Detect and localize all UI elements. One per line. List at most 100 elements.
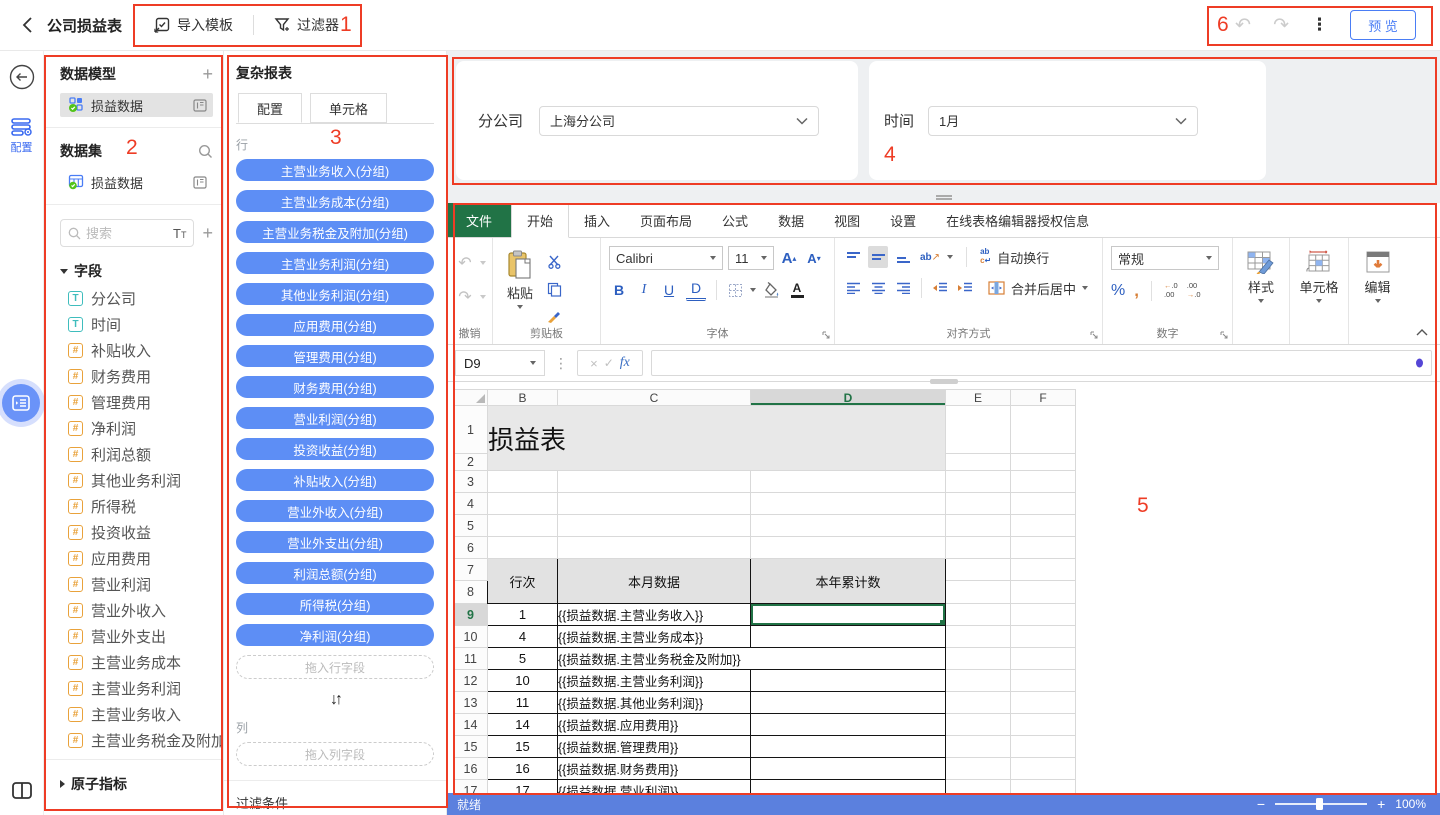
zoom-out-button[interactable]: − [1257, 796, 1265, 812]
drop-row-field-zone[interactable]: 拖入行字段 [236, 655, 434, 679]
redo-caret-icon[interactable] [480, 295, 486, 299]
column-header-F[interactable]: F [1011, 390, 1076, 406]
orientation-caret-icon[interactable] [947, 255, 953, 259]
zoom-slider-thumb[interactable] [1316, 798, 1323, 810]
merge-center-button[interactable]: 合并后居中 [988, 279, 1088, 298]
underline-button[interactable]: U [659, 279, 679, 301]
field-search-box[interactable]: TT [60, 219, 194, 247]
wrap-text-button[interactable]: abc↵ 自动换行 [980, 248, 1049, 267]
template-cell[interactable]: {{损益数据.财务费用}} [558, 758, 751, 780]
cell[interactable] [1011, 581, 1076, 604]
row-field-pill[interactable]: 营业外收入(分组) [236, 500, 434, 522]
cell[interactable] [1011, 537, 1076, 559]
grow-font-button[interactable]: A▴ [779, 247, 799, 269]
shrink-font-button[interactable]: A▾ [804, 247, 824, 269]
formula-bar-resize-handle[interactable] [930, 379, 958, 384]
row-field-pill[interactable]: 所得税(分组) [236, 593, 434, 615]
cell[interactable] [1011, 648, 1076, 670]
zoom-in-button[interactable]: + [1377, 796, 1385, 812]
column-header-B[interactable]: B [488, 390, 558, 406]
borders-caret-icon[interactable] [750, 288, 756, 292]
column-header-C[interactable]: C [558, 390, 751, 406]
report-title-cell[interactable]: 损益表 [488, 406, 946, 471]
row-header[interactable]: 4 [454, 493, 488, 515]
field-item[interactable]: # 主营业务收入 [60, 701, 213, 727]
field-search-input[interactable] [86, 226, 156, 241]
row-field-pill[interactable]: 应用费用(分组) [236, 314, 434, 336]
cell[interactable] [751, 537, 946, 559]
cell[interactable] [1011, 714, 1076, 736]
menu-settings[interactable]: 设置 [875, 203, 931, 237]
row-field-pill[interactable]: 主营业务成本(分组) [236, 190, 434, 212]
borders-icon[interactable] [725, 279, 745, 301]
field-item[interactable]: T 分公司 [60, 285, 213, 311]
table-header-line[interactable]: 行次 [488, 559, 558, 604]
cell[interactable] [946, 780, 1011, 794]
template-cell[interactable]: {{损益数据.主营业务成本}} [558, 626, 751, 648]
align-center-icon[interactable] [868, 277, 888, 299]
row-header[interactable]: 13 [454, 692, 488, 714]
drag-handle-icon[interactable] [936, 194, 952, 202]
line-number-cell[interactable]: 11 [488, 692, 558, 714]
row-field-pill[interactable]: 投资收益(分组) [236, 438, 434, 460]
row-header[interactable]: 8 [454, 581, 488, 604]
cell[interactable] [946, 604, 1011, 626]
config-nav-item[interactable]: 配置 [7, 118, 37, 155]
cell[interactable] [488, 493, 558, 515]
field-item[interactable]: # 主营业务成本 [60, 649, 213, 675]
menu-page-layout[interactable]: 页面布局 [625, 203, 707, 237]
import-template-button[interactable]: 导入模板 [154, 15, 233, 35]
atomic-metrics-section-header[interactable]: 原子指标 [60, 774, 213, 794]
cell[interactable] [558, 537, 751, 559]
template-cell[interactable]: {{损益数据.应用费用}} [558, 714, 751, 736]
cut-icon[interactable] [544, 250, 564, 272]
split-view-icon[interactable] [12, 782, 32, 799]
field-item[interactable]: # 主营业务利润 [60, 675, 213, 701]
cell[interactable] [751, 758, 946, 780]
field-item[interactable]: # 投资收益 [60, 519, 213, 545]
italic-button[interactable]: I [634, 279, 654, 301]
align-bottom-icon[interactable] [893, 246, 913, 268]
cell[interactable] [558, 493, 751, 515]
row-header[interactable]: 3 [454, 471, 488, 493]
swap-rows-columns-icon[interactable]: ↓↑ [236, 691, 434, 709]
row-header[interactable]: 6 [454, 537, 488, 559]
table-header-month[interactable]: 本月数据 [558, 559, 751, 604]
fill-color-icon[interactable] [761, 279, 782, 301]
row-header[interactable]: 10 [454, 626, 488, 648]
number-format-select[interactable]: 常规 [1111, 246, 1219, 270]
decrease-indent-icon[interactable] [930, 277, 950, 299]
undo-caret-icon[interactable] [480, 261, 486, 265]
formula-input[interactable] [651, 350, 1432, 376]
select-all-corner[interactable] [454, 390, 488, 406]
cell[interactable] [1011, 454, 1076, 471]
cell[interactable] [751, 471, 946, 493]
dataset-item[interactable]: 损益数据 [60, 170, 213, 194]
field-item[interactable]: T 时间 [60, 311, 213, 337]
line-number-cell[interactable]: 5 [488, 648, 558, 670]
row-header[interactable]: 5 [454, 515, 488, 537]
paste-button[interactable]: 粘贴 [501, 246, 539, 309]
align-top-icon[interactable] [843, 246, 863, 268]
cancel-entry-icon[interactable]: × [590, 356, 598, 371]
field-item[interactable]: # 净利润 [60, 415, 213, 441]
template-cell[interactable]: {{损益数据.主营业务税金及附加}} [558, 648, 946, 670]
zoom-slider[interactable] [1275, 803, 1367, 805]
cell[interactable] [751, 670, 946, 692]
field-item[interactable]: # 营业外支出 [60, 623, 213, 649]
row-field-pill[interactable]: 利润总额(分组) [236, 562, 434, 584]
menu-data[interactable]: 数据 [763, 203, 819, 237]
undo-icon[interactable]: ↶ [455, 252, 475, 274]
company-filter-select[interactable]: 上海分公司 [539, 106, 819, 136]
cell[interactable] [946, 758, 1011, 780]
row-header[interactable]: 17 [454, 780, 488, 794]
cells-button[interactable]: 单元格 [1298, 246, 1340, 303]
cell[interactable] [946, 471, 1011, 493]
field-item[interactable]: # 财务费用 [60, 363, 213, 389]
dataset-search-icon[interactable] [198, 144, 213, 159]
filter-button[interactable]: 过滤器 [274, 15, 339, 35]
font-color-icon[interactable]: A [787, 279, 807, 301]
cell[interactable] [946, 454, 1011, 471]
cell[interactable] [1011, 559, 1076, 581]
line-number-cell[interactable]: 1 [488, 604, 558, 626]
